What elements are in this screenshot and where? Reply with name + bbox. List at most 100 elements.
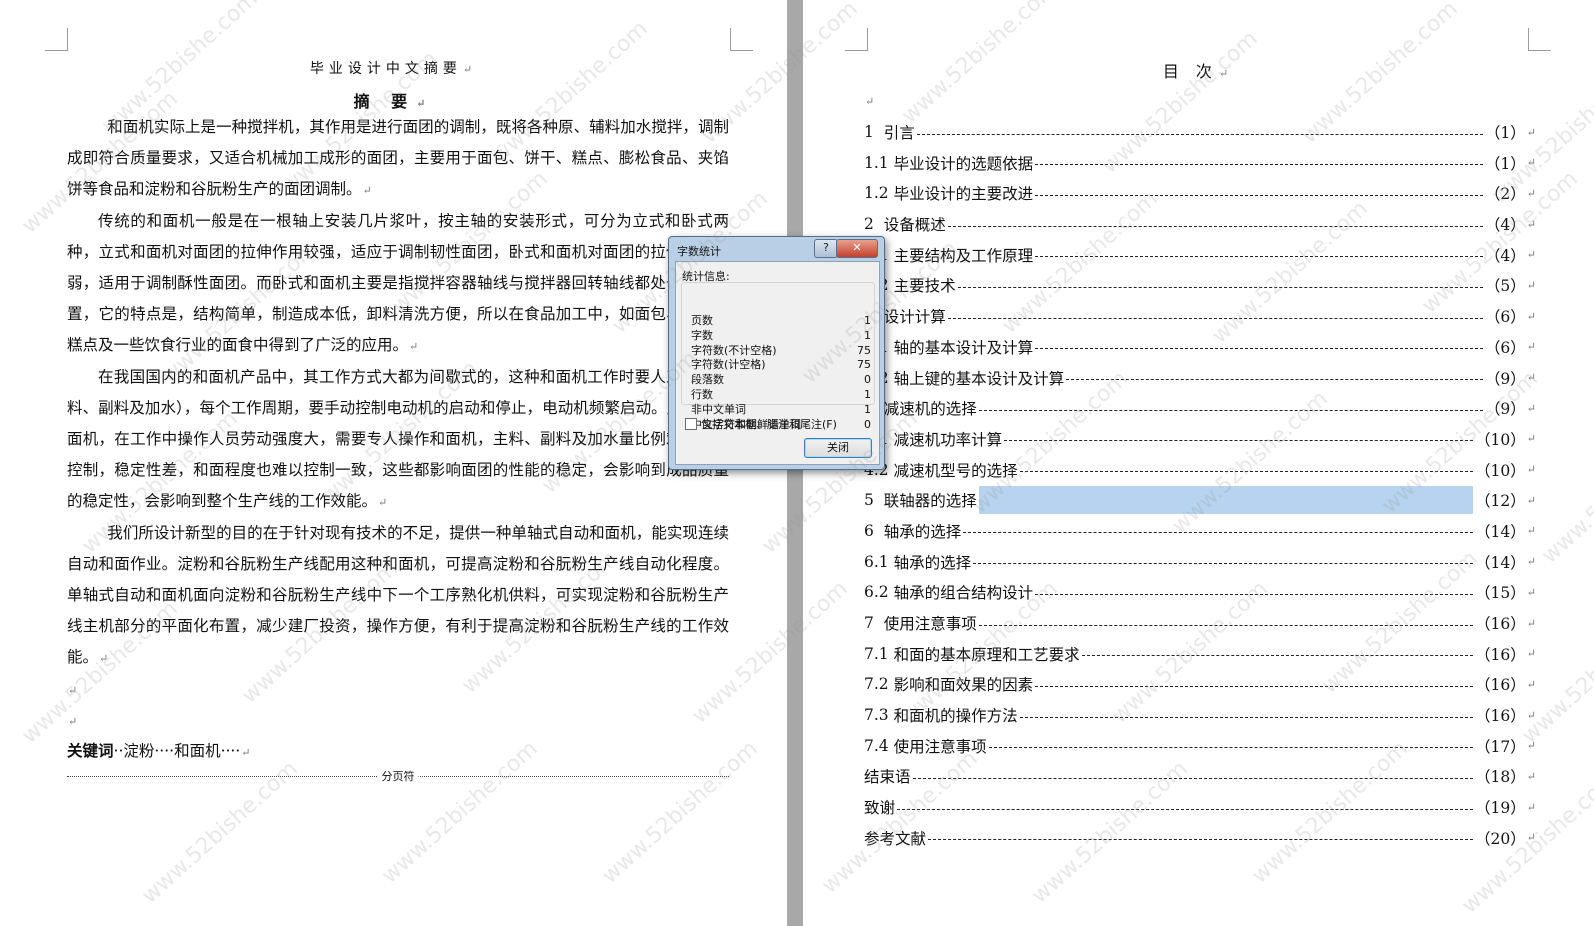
crop-mark	[1528, 28, 1551, 51]
toc-entry-page: （10）	[1475, 461, 1526, 480]
toc-entry[interactable]: 2.1 主要结构及工作原理（4）↵	[864, 239, 1536, 270]
toc-entry[interactable]: 结束语 （18） ↵	[864, 761, 1536, 792]
keywords-label: 关键词	[67, 740, 114, 760]
close-button[interactable]: 关闭	[804, 438, 872, 458]
toc-entry[interactable]: 4.2 减速机型号的选择（10）↵	[864, 454, 1536, 485]
paragraph-text: 和面机实际上是一种搅拌机，其作用是进行面团的调制，既将各种原、辅料加水搅拌，调制…	[67, 118, 729, 198]
toc-entry-page: （17）	[1475, 737, 1526, 756]
page-break: 分页符	[67, 768, 729, 784]
empty-paragraph[interactable]: ↵	[67, 705, 729, 736]
word-count-dialog[interactable]: 字数统计 ? ✕ 统计信息: 页数 1 字数 1 字符数(不计空格) 75 字符数(计空格)…	[668, 236, 885, 470]
toc-leader	[912, 777, 1474, 779]
toc-title: 目 次↵	[803, 58, 1594, 82]
toc-entry[interactable]: 4 减速机的选择（9）↵	[864, 393, 1536, 424]
body-paragraph[interactable]: 和面机实际上是一种搅拌机，其作用是进行面团的调制，既将各种原、辅料加水搅拌，调制…	[67, 112, 729, 206]
toc-entry-number: 7.2	[864, 675, 894, 694]
toc-leader	[978, 624, 1474, 626]
toc-entry-page: （6）	[1484, 308, 1526, 327]
toc-entry[interactable]: 致谢 （19） ↵	[864, 792, 1536, 823]
paragraph-mark-icon: ↵	[378, 495, 388, 509]
toc-entry-page: （20）	[1475, 829, 1526, 848]
toc-entry-label: 毕业设计的选题依据	[893, 154, 1034, 173]
toc-entry[interactable]: 2.2 主要技术（5）↵	[864, 270, 1536, 301]
paragraph-mark-icon: ↵	[865, 94, 875, 108]
toc-entry[interactable]: 7.2 影响和面效果的因素 （16） ↵	[864, 669, 1536, 700]
toc-entry[interactable]: 1 引言 （1） ↵	[864, 117, 1536, 148]
empty-paragraph[interactable]: ↵	[864, 86, 1536, 117]
toc-entry[interactable]: 7.1 和面的基本原理和工艺要求 （16） ↵	[864, 638, 1536, 669]
toc-entry[interactable]: 7.3 和面机的操作方法 （16） ↵	[864, 700, 1536, 731]
close-icon: ✕	[852, 241, 862, 254]
toc-entry[interactable]: 7.4 使用注意事项 （17） ↵	[864, 730, 1536, 761]
document-page-right[interactable]: 目 次↵ ↵ 1 引言 （1） ↵ 1.1 毕业设计的选题依据 （1） ↵ 1.2 毕业设计…	[803, 0, 1594, 926]
paragraph-mark-icon: ↵	[1526, 401, 1536, 415]
keywords-line[interactable]: 关键词··淀粉····和面机····↵	[67, 736, 729, 769]
toc-entry-page: （2）	[1484, 185, 1526, 204]
toc-leader	[963, 532, 1474, 534]
toc-entry-label: 参考文献	[864, 829, 927, 848]
toc-leader	[928, 839, 1474, 841]
toc-entry-label: 结束语	[864, 768, 911, 787]
dialog-close-button[interactable]: ✕	[836, 239, 878, 258]
crop-mark	[845, 28, 868, 51]
toc-entry[interactable]: 5 联轴器的选择 （12） ↵	[864, 485, 1536, 516]
statistic-label: 行数	[691, 388, 713, 401]
toc-entry[interactable]: 1.2 毕业设计的主要改进 （2） ↵	[864, 178, 1536, 209]
help-button[interactable]: ?	[814, 239, 838, 258]
toc-entry[interactable]: 2 设备概述 （4） ↵	[864, 209, 1536, 240]
toc-entry[interactable]: 6.1 轴承的选择 （14） ↵	[864, 546, 1536, 577]
toc-entry[interactable]: 7 使用注意事项 （16） ↵	[864, 608, 1536, 639]
toc-entry-page: （18）	[1475, 768, 1526, 787]
toc-entry-label: 轴承的选择	[883, 522, 962, 541]
paragraph-mark-icon: ↵	[462, 63, 478, 76]
toc-leader	[978, 409, 1483, 411]
toc-entry-label: 联轴器的选择	[883, 492, 977, 511]
toc-entry[interactable]: 3.1 轴的基本设计及计算（6）↵	[864, 332, 1536, 363]
paragraph-mark-icon: ↵	[1526, 432, 1536, 446]
body-paragraph[interactable]: 传统的和面机一般是在一根轴上安装几片浆叶，按主轴的安装形式，可分为立式和卧式两种…	[67, 206, 729, 362]
toc-entry[interactable]: 4.1 减速机功率计算（10）↵	[864, 424, 1536, 455]
toc-entry[interactable]: 参考文献 （20） ↵	[864, 823, 1536, 854]
body-paragraph[interactable]: 在我国国内的和面机产品中，其工作方式大都为间歇式的，这种和面机工作时要人工加入主…	[67, 362, 729, 518]
paragraph-mark-icon: ↵	[68, 684, 78, 698]
statistic-value: 0	[864, 373, 871, 387]
toc-leader	[897, 808, 1474, 810]
toc-entry-number: 6.1	[864, 552, 894, 571]
paragraph-mark-icon: ↵	[1526, 739, 1536, 753]
toc-leader	[1066, 379, 1483, 381]
paragraph-mark-icon: ↵	[1526, 248, 1536, 262]
statistic-row: 页数 1	[691, 314, 871, 329]
paragraph-mark-icon: ↵	[1526, 186, 1536, 200]
toc-entry-label: 设备概述	[883, 216, 946, 235]
paragraph-mark-icon: ↵	[1526, 156, 1536, 170]
toc-entry[interactable]: 3 设计计算（6）↵	[864, 301, 1536, 332]
toc-entry-page: （16）	[1475, 645, 1526, 664]
statistic-row: 字符数(不计空格) 75	[691, 344, 871, 359]
include-textboxes-checkbox[interactable]	[685, 418, 697, 430]
toc-entry-page: （1）	[1484, 124, 1526, 143]
statistic-label: 字符数(计空格)	[691, 358, 766, 372]
paragraph-mark-icon: ↵	[1526, 340, 1536, 354]
abstract-body[interactable]: 和面机实际上是一种搅拌机，其作用是进行面团的调制，既将各种原、辅料加水搅拌，调制…	[67, 112, 729, 769]
table-of-contents[interactable]: ↵ 1 引言 （1） ↵ 1.1 毕业设计的选题依据 （1） ↵ 1.2 毕业设计的主要改进…	[864, 86, 1536, 853]
toc-entry[interactable]: 6 轴承的选择 （14） ↵	[864, 516, 1536, 547]
toc-entry-number: 1	[864, 123, 884, 142]
toc-entry[interactable]: 6.2 轴承的组合结构设计 （15） ↵	[864, 577, 1536, 608]
body-paragraph[interactable]: 我们所设计新型的目的在于针对现有技术的不足，提供一种单轴式自动和面机，能实现连续…	[67, 518, 729, 674]
empty-paragraph[interactable]: ↵	[67, 674, 729, 705]
statistic-row: 字数 1	[691, 329, 871, 344]
toc-entry-label: 减速机功率计算	[893, 430, 1003, 449]
statistic-row: 段落数 0	[691, 373, 871, 388]
toc-leader	[916, 133, 1483, 135]
toc-entry-label: 轴承的组合结构设计	[893, 584, 1034, 603]
toc-leader	[1035, 164, 1483, 166]
include-textboxes-checkbox-row[interactable]: 包括文本框、脚注和尾注(F)	[685, 416, 837, 432]
toc-entry-number: 1.2	[864, 184, 894, 203]
toc-entry-page: （16）	[1475, 615, 1526, 634]
paragraph-mark-icon: ↵	[1526, 125, 1536, 139]
paragraph-mark-icon: ↵	[1526, 217, 1536, 231]
toc-entry-page: （10）	[1475, 430, 1526, 449]
toc-entry[interactable]: 3.2 轴上键的基本设计及计算（9）↵	[864, 362, 1536, 393]
toc-entry[interactable]: 1.1 毕业设计的选题依据 （1） ↵	[864, 147, 1536, 178]
statistic-value: 1	[864, 328, 871, 342]
